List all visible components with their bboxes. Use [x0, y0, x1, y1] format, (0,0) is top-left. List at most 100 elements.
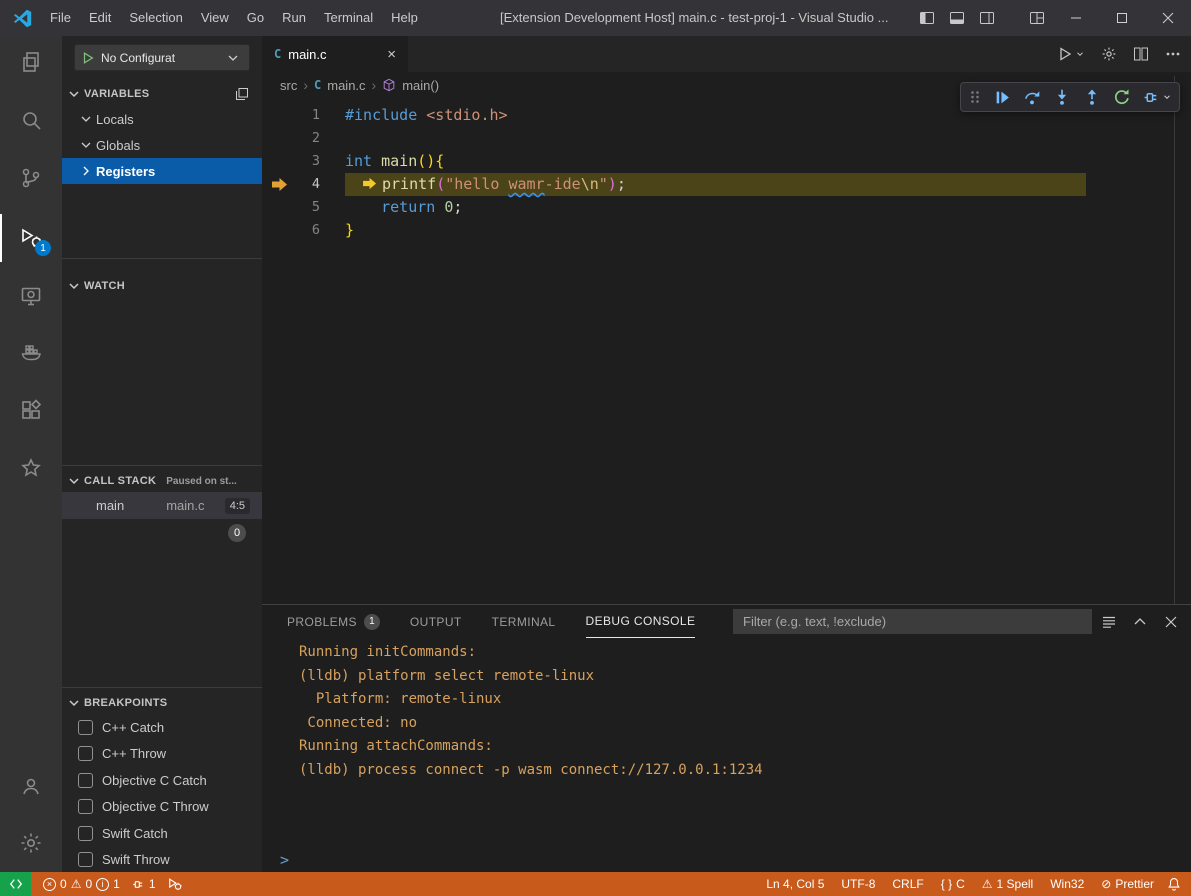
docker-icon[interactable]: [0, 328, 62, 376]
breadcrumb-file[interactable]: main.c: [327, 78, 365, 93]
line-number: 6: [290, 219, 320, 242]
breakpoint-checkbox[interactable]: [78, 746, 93, 761]
tab-terminal[interactable]: TERMINAL: [492, 605, 556, 638]
split-editor-icon[interactable]: [1133, 46, 1149, 62]
registers-label: Registers: [96, 164, 155, 179]
breakpoint-item[interactable]: C++ Throw: [62, 740, 262, 766]
variables-row-registers[interactable]: Registers: [62, 158, 262, 184]
c-file-icon: C: [314, 78, 321, 92]
accounts-icon[interactable]: [0, 762, 62, 810]
step-over-button[interactable]: [1023, 88, 1041, 106]
tab-debug-console[interactable]: DEBUG CONSOLE: [586, 605, 696, 638]
collapse-all-icon[interactable]: [234, 86, 250, 102]
stack-frame-row[interactable]: main main.c 4:5: [62, 492, 262, 519]
breakpoint-item[interactable]: Objective C Throw: [62, 793, 262, 819]
platform-indicator[interactable]: Win32: [1046, 872, 1088, 896]
breakpoints-section-header[interactable]: BREAKPOINTS: [62, 691, 262, 715]
breakpoint-item[interactable]: Swift Throw: [62, 846, 262, 872]
debug-status[interactable]: [162, 872, 188, 896]
tab-problems[interactable]: PROBLEMS1: [287, 605, 380, 638]
start-debug-icon[interactable]: [81, 51, 95, 65]
step-out-button[interactable]: [1083, 88, 1101, 106]
toggle-panel-icon[interactable]: [949, 10, 965, 26]
explorer-icon[interactable]: [0, 38, 62, 86]
continue-button[interactable]: [994, 89, 1011, 106]
ports-status[interactable]: 1: [126, 872, 162, 896]
breadcrumb-folder[interactable]: src: [280, 78, 297, 93]
circle-slash-icon: ⊘: [1101, 877, 1111, 891]
eol-indicator[interactable]: CRLF: [888, 872, 927, 896]
remote-explorer-icon[interactable]: [0, 272, 62, 320]
menu-selection[interactable]: Selection: [120, 0, 191, 36]
search-icon[interactable]: [0, 96, 62, 144]
breakpoint-checkbox[interactable]: [78, 720, 93, 735]
editor-scrollbar[interactable]: [1174, 76, 1175, 604]
encoding-indicator[interactable]: UTF-8: [837, 872, 879, 896]
maximize-button[interactable]: [1099, 0, 1145, 36]
step-into-button[interactable]: [1053, 88, 1071, 106]
cursor-position[interactable]: Ln 4, Col 5: [762, 872, 828, 896]
menu-terminal[interactable]: Terminal: [315, 0, 382, 36]
extensions-icon[interactable]: [0, 386, 62, 434]
language-mode[interactable]: { }C: [937, 872, 969, 896]
variables-row-globals[interactable]: Globals: [62, 132, 262, 158]
breakpoint-item[interactable]: C++ Catch: [62, 714, 262, 740]
gear-icon[interactable]: [1101, 46, 1117, 62]
chevron-right-icon: [78, 163, 94, 179]
toolbar-drag-handle[interactable]: [968, 89, 982, 105]
tab-output[interactable]: OUTPUT: [410, 605, 462, 638]
menu-edit[interactable]: Edit: [80, 0, 120, 36]
tab-main-c[interactable]: C main.c ×: [262, 36, 408, 72]
notifications-bell-icon[interactable]: [1167, 877, 1181, 891]
breakpoint-checkbox[interactable]: [78, 799, 93, 814]
watch-section-header[interactable]: WATCH: [62, 274, 262, 298]
more-actions-icon[interactable]: [1165, 46, 1181, 62]
breakpoint-item[interactable]: Swift Catch: [62, 820, 262, 846]
debug-console-icon: [168, 877, 182, 891]
formatter-status[interactable]: ⊘Prettier: [1097, 872, 1158, 896]
variables-row-locals[interactable]: Locals: [62, 106, 262, 132]
run-and-debug-icon[interactable]: 1: [0, 214, 62, 262]
breakpoint-label: Objective C Throw: [102, 799, 209, 814]
debug-console-output: Running initCommands: (lldb) platform se…: [299, 641, 1171, 782]
run-menu-button[interactable]: [1057, 46, 1085, 62]
console-input-prompt[interactable]: >: [280, 851, 289, 869]
menu-go[interactable]: Go: [238, 0, 273, 36]
source-control-icon[interactable]: [0, 154, 62, 202]
disconnect-button[interactable]: [1143, 89, 1172, 106]
code-editor[interactable]: 1#include <stdio.h> 2 3int main(){ 4prin…: [262, 98, 1175, 604]
menu-run[interactable]: Run: [273, 0, 315, 36]
close-panel-icon[interactable]: [1163, 614, 1179, 630]
console-filter-input[interactable]: [733, 609, 1092, 634]
breakpoint-item[interactable]: Objective C Catch: [62, 767, 262, 793]
call-stack-section-header[interactable]: CALL STACK Paused on st...: [62, 469, 262, 493]
menu-help[interactable]: Help: [382, 0, 427, 36]
remote-indicator[interactable]: [0, 872, 31, 896]
menu-file[interactable]: File: [41, 0, 80, 36]
customize-layout-icon[interactable]: [1029, 10, 1045, 26]
session-badge: 0: [228, 524, 246, 542]
chevron-down-icon: [66, 278, 82, 294]
breakpoint-checkbox[interactable]: [78, 773, 93, 788]
breakpoint-checkbox[interactable]: [78, 826, 93, 841]
breadcrumb-symbol[interactable]: main(): [402, 78, 439, 93]
minimize-button[interactable]: [1053, 0, 1099, 36]
debug-config-dropdown[interactable]: No Configurat: [74, 44, 250, 71]
breakpoint-checkbox[interactable]: [78, 852, 93, 867]
remote-icon: [9, 877, 23, 891]
restart-button[interactable]: [1113, 88, 1131, 106]
toggle-secondary-sidebar-icon[interactable]: [979, 10, 995, 26]
console-line: Running initCommands:: [299, 641, 1171, 665]
tab-close-icon[interactable]: ×: [387, 46, 396, 63]
maximize-panel-icon[interactable]: [1132, 614, 1148, 630]
filter-lines-icon[interactable]: [1101, 614, 1117, 630]
variables-section-header[interactable]: VARIABLES: [62, 82, 262, 106]
close-button[interactable]: [1145, 0, 1191, 36]
settings-gear-icon[interactable]: [0, 819, 62, 867]
code-line: 3int main(){: [262, 150, 1175, 173]
menu-view[interactable]: View: [192, 0, 238, 36]
toggle-sidebar-icon[interactable]: [919, 10, 935, 26]
spell-checker-status[interactable]: ⚠1 Spell: [978, 872, 1037, 896]
star-icon[interactable]: [0, 444, 62, 492]
problems-status[interactable]: ×0 ⚠0 i1: [37, 872, 126, 896]
